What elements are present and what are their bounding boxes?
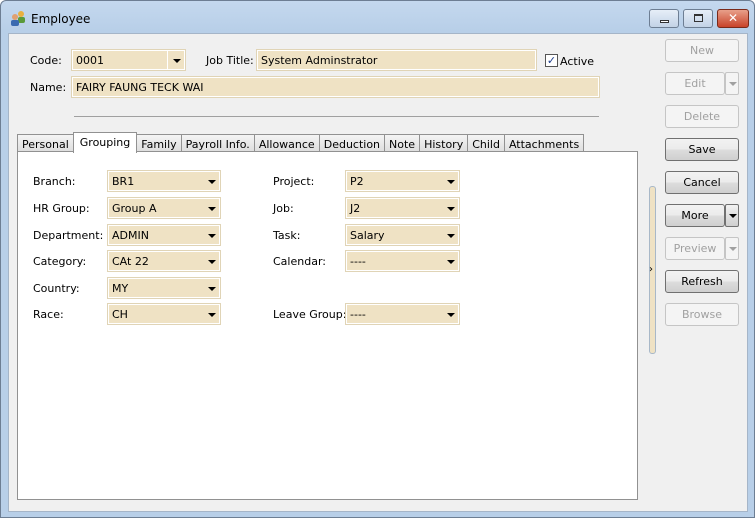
category-combo[interactable]: CAt 22 (107, 250, 221, 272)
project-value: P2 (350, 175, 364, 188)
chevron-down-icon (173, 59, 181, 63)
leave-group-combo[interactable]: ---- (345, 303, 460, 325)
code-value: 0001 (76, 54, 104, 67)
task-value: Salary (350, 229, 385, 242)
country-combo[interactable]: MY (107, 277, 221, 299)
chevron-down-icon (447, 207, 455, 211)
branch-label: Branch: (33, 175, 76, 188)
leave-group-value: ---- (350, 308, 366, 321)
new-button[interactable]: New (665, 39, 739, 62)
name-value: FAIRY FAUNG TECK WAI (76, 81, 204, 94)
chevron-down-icon (208, 207, 216, 211)
job-title-label: Job Title: (206, 54, 254, 67)
department-value: ADMIN (112, 229, 149, 242)
department-label: Department: (33, 229, 104, 242)
calendar-value: ---- (350, 255, 366, 268)
preview-dropdown-button[interactable] (725, 237, 739, 260)
hr-group-label: HR Group: (33, 202, 90, 215)
chevron-down-icon (208, 287, 216, 291)
chevron-down-icon (729, 82, 737, 86)
cancel-button[interactable]: Cancel (665, 171, 739, 194)
maximize-button[interactable] (683, 9, 713, 28)
employee-app-icon (11, 11, 25, 26)
branch-value: BR1 (112, 175, 135, 188)
race-combo[interactable]: CH (107, 303, 221, 325)
hr-group-combo[interactable]: Group A (107, 197, 221, 219)
minimize-button[interactable] (649, 9, 679, 28)
active-label: Active (560, 55, 595, 68)
department-combo[interactable]: ADMIN (107, 224, 221, 246)
project-combo[interactable]: P2 (345, 170, 460, 192)
more-button[interactable]: More (665, 204, 725, 227)
chevron-down-icon (208, 180, 216, 184)
chevron-right-icon[interactable]: › (649, 264, 653, 275)
browse-button[interactable]: Browse (665, 303, 739, 326)
name-label: Name: (30, 81, 67, 94)
job-label: Job: (273, 202, 294, 215)
delete-button[interactable]: Delete (665, 105, 739, 128)
title-bar: Employee ✕ (1, 1, 754, 33)
chevron-down-icon (447, 260, 455, 264)
close-button[interactable]: ✕ (717, 9, 749, 28)
project-label: Project: (273, 175, 315, 188)
name-input[interactable]: FAIRY FAUNG TECK WAI (71, 76, 600, 98)
chevron-down-icon (447, 180, 455, 184)
race-value: CH (112, 308, 128, 321)
window-title: Employee (31, 12, 91, 26)
task-label: Task: (273, 229, 301, 242)
code-combo[interactable]: 0001 (71, 49, 186, 71)
chevron-down-icon (208, 313, 216, 317)
edit-dropdown-button[interactable] (725, 72, 739, 95)
chevron-down-icon (447, 234, 455, 238)
category-value: CAt 22 (112, 255, 149, 268)
category-label: Category: (33, 255, 87, 268)
edit-button[interactable]: Edit (665, 72, 725, 95)
job-combo[interactable]: J2 (345, 197, 460, 219)
close-icon: ✕ (727, 11, 739, 25)
race-label: Race: (33, 308, 64, 321)
chevron-down-icon (729, 247, 737, 251)
tab-grouping[interactable]: Grouping (72, 132, 138, 153)
leave-group-label: Leave Group: (273, 308, 347, 321)
calendar-label: Calendar: (273, 255, 326, 268)
preview-button[interactable]: Preview (665, 237, 725, 260)
job-value: J2 (350, 202, 361, 215)
chevron-down-icon (208, 234, 216, 238)
chevron-down-icon (447, 313, 455, 317)
branch-combo[interactable]: BR1 (107, 170, 221, 192)
country-label: Country: (33, 282, 80, 295)
task-combo[interactable]: Salary (345, 224, 460, 246)
hr-group-value: Group A (112, 202, 157, 215)
refresh-button[interactable]: Refresh (665, 270, 739, 293)
divider (74, 116, 599, 117)
chevron-down-icon (729, 214, 737, 218)
job-title-input[interactable]: System Adminstrator (256, 49, 537, 71)
chevron-down-icon (208, 260, 216, 264)
country-value: MY (112, 282, 129, 295)
code-label: Code: (30, 54, 62, 67)
job-title-value: System Adminstrator (261, 54, 378, 67)
more-dropdown-button[interactable] (725, 204, 739, 227)
active-checkbox[interactable]: ✓ (545, 54, 558, 67)
save-button[interactable]: Save (665, 138, 739, 161)
calendar-combo[interactable]: ---- (345, 250, 460, 272)
